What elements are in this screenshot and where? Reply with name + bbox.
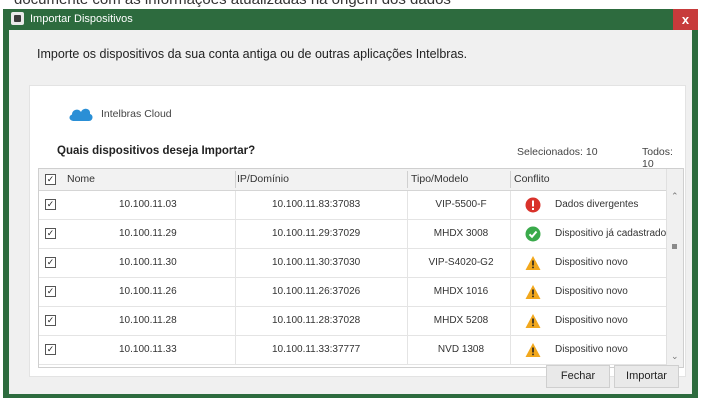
column-separator bbox=[235, 249, 236, 277]
intro-text: Importe os dispositivos da sua conta ant… bbox=[37, 47, 468, 61]
device-ip: 10.100.11.83:37083 bbox=[272, 199, 361, 210]
scroll-down-icon[interactable]: ⌄ bbox=[671, 351, 679, 362]
conflict-message: Dispositivo novo bbox=[555, 257, 628, 268]
column-separator bbox=[407, 307, 408, 335]
device-ip: 10.100.11.26:37026 bbox=[272, 286, 361, 297]
column-header-name[interactable]: Nome bbox=[67, 173, 95, 185]
table-row[interactable]: ✓ 10.100.11.26 10.100.11.26:37026 MHDX 1016… bbox=[39, 278, 666, 307]
device-ip: 10.100.11.28:37028 bbox=[272, 315, 361, 326]
vertical-scrollbar[interactable]: ⌃ ⌄ bbox=[666, 169, 683, 367]
device-model: VIP-5500-F bbox=[435, 199, 487, 210]
column-separator bbox=[510, 171, 511, 188]
scroll-up-icon[interactable]: ⌃ bbox=[671, 191, 679, 202]
column-header-model[interactable]: Tipo/Modelo bbox=[411, 173, 468, 185]
warning-icon bbox=[525, 342, 541, 358]
device-ip: 10.100.11.33:37777 bbox=[272, 344, 361, 355]
row-checkbox[interactable]: ✓ bbox=[45, 286, 56, 297]
column-separator bbox=[235, 191, 236, 219]
device-name: 10.100.11.30 bbox=[119, 257, 177, 268]
device-name: 10.100.11.28 bbox=[119, 315, 177, 326]
table-row[interactable]: ✓ 10.100.11.30 10.100.11.30:37030 VIP-S4020… bbox=[39, 249, 666, 278]
column-separator bbox=[407, 278, 408, 306]
column-separator bbox=[510, 191, 511, 219]
column-separator bbox=[235, 220, 236, 248]
column-header-ip[interactable]: IP/Domínio bbox=[237, 173, 289, 185]
device-panel: Intelbras Cloud Quais dispositivos desej… bbox=[29, 85, 686, 377]
device-name: 10.100.11.26 bbox=[119, 286, 177, 297]
table-row[interactable]: ✓ 10.100.11.03 10.100.11.83:37083 VIP-5500-… bbox=[39, 191, 666, 220]
column-separator bbox=[510, 278, 511, 306]
column-separator bbox=[510, 336, 511, 364]
table-row[interactable]: ✓ 10.100.11.29 10.100.11.29:37029 MHDX 3008… bbox=[39, 220, 666, 249]
cloud-icon bbox=[69, 108, 93, 121]
success-check-icon bbox=[525, 226, 541, 242]
table-row[interactable]: ✓ 10.100.11.33 10.100.11.33:37777 NVD 1308 D… bbox=[39, 336, 666, 365]
device-model: MHDX 3008 bbox=[433, 228, 489, 239]
column-separator bbox=[510, 220, 511, 248]
warning-icon bbox=[525, 255, 541, 271]
conflict-message: Dispositivo já cadastrado bbox=[555, 228, 667, 239]
section-heading: Quais dispositivos deseja Importar? bbox=[57, 145, 256, 157]
close-button[interactable]: Fechar bbox=[546, 365, 610, 388]
source-label: Intelbras Cloud bbox=[101, 108, 172, 120]
device-name: 10.100.11.29 bbox=[119, 228, 177, 239]
table-header: ✓ Nome IP/Domínio Tipo/Modelo Conflito bbox=[39, 169, 666, 191]
column-separator bbox=[407, 171, 408, 188]
dialog-body: Importe os dispositivos da sua conta ant… bbox=[9, 30, 692, 394]
column-separator bbox=[235, 336, 236, 364]
conflict-message: Dispositivo novo bbox=[555, 315, 628, 326]
column-separator bbox=[510, 307, 511, 335]
device-name: 10.100.11.33 bbox=[119, 344, 177, 355]
column-separator bbox=[235, 278, 236, 306]
conflict-message: Dados divergentes bbox=[555, 199, 639, 210]
column-separator bbox=[407, 220, 408, 248]
error-icon bbox=[525, 197, 541, 213]
warning-icon bbox=[525, 284, 541, 300]
column-separator bbox=[407, 249, 408, 277]
device-model: MHDX 1016 bbox=[433, 286, 489, 297]
conflict-message: Dispositivo novo bbox=[555, 344, 628, 355]
background-document-text: documente com as informações atualizadas… bbox=[14, 0, 451, 8]
conflict-message: Dispositivo novo bbox=[555, 286, 628, 297]
warning-icon bbox=[525, 313, 541, 329]
device-model: NVD 1308 bbox=[437, 344, 485, 355]
app-icon bbox=[11, 12, 24, 25]
title-bar[interactable]: Importar Dispositivos x bbox=[3, 9, 698, 30]
import-devices-dialog: Importar Dispositivos x Importe os dispo… bbox=[3, 9, 698, 398]
column-separator bbox=[510, 249, 511, 277]
close-window-button[interactable]: x bbox=[673, 9, 698, 30]
row-checkbox[interactable]: ✓ bbox=[45, 315, 56, 326]
column-header-conflict[interactable]: Conflito bbox=[514, 173, 550, 185]
row-checkbox[interactable]: ✓ bbox=[45, 199, 56, 210]
row-checkbox[interactable]: ✓ bbox=[45, 344, 56, 355]
select-all-checkbox[interactable]: ✓ bbox=[45, 174, 56, 185]
column-separator bbox=[407, 336, 408, 364]
column-separator bbox=[235, 171, 236, 188]
device-model: VIP-S4020-G2 bbox=[428, 257, 494, 268]
device-ip: 10.100.11.29:37029 bbox=[272, 228, 361, 239]
total-count: Todos: 10 bbox=[642, 146, 673, 170]
device-table: ✓ Nome IP/Domínio Tipo/Modelo Conflito ✓… bbox=[38, 168, 684, 368]
device-model: MHDX 5208 bbox=[433, 315, 489, 326]
table-row[interactable]: ✓ 10.100.11.28 10.100.11.28:37028 MHDX 5208… bbox=[39, 307, 666, 336]
device-ip: 10.100.11.30:37030 bbox=[272, 257, 361, 268]
selected-count: Selecionados: 10 bbox=[517, 146, 598, 158]
window-title: Importar Dispositivos bbox=[30, 13, 133, 25]
device-name: 10.100.11.03 bbox=[119, 199, 177, 210]
row-checkbox[interactable]: ✓ bbox=[45, 228, 56, 239]
column-separator bbox=[407, 191, 408, 219]
row-checkbox[interactable]: ✓ bbox=[45, 257, 56, 268]
column-separator bbox=[235, 307, 236, 335]
import-button[interactable]: Importar bbox=[614, 365, 679, 388]
scroll-thumb[interactable] bbox=[672, 244, 677, 249]
